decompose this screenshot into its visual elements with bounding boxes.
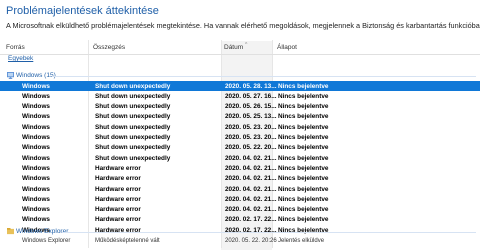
row-source: Windows xyxy=(22,185,50,193)
table-row[interactable]: Windows Shut down unexpectedly 2020. 05. 2… xyxy=(0,122,480,132)
column-header-row: Forrás Összegzés Dátum Állapot xyxy=(0,42,480,54)
table-row[interactable]: Windows Shut down unexpectedly 2020. 05. 2… xyxy=(0,112,480,122)
row-summary: Hardware error xyxy=(95,185,141,193)
sort-arrow-icon: ^ xyxy=(245,42,248,48)
row-status: Jelentés elküldve xyxy=(278,238,325,244)
table-row[interactable]: Windows Hardware error 2020. 04. 02. 21...… xyxy=(0,184,480,194)
row-date: 2020. 05. 22. 20:26 xyxy=(225,238,277,244)
row-source: Windows xyxy=(22,113,50,121)
row-summary: Hardware error xyxy=(95,216,141,224)
table-row[interactable]: Windows Explorer Működésképtelenné vált … xyxy=(0,238,480,248)
table-row[interactable]: Windows Shut down unexpectedly 2020. 05. 2… xyxy=(0,91,480,101)
row-date: 2020. 04. 02. 21... xyxy=(225,195,277,203)
table-row[interactable]: Windows Shut down unexpectedly 2020. 05. 2… xyxy=(0,81,480,92)
row-date: 2020. 04. 02. 21... xyxy=(225,175,277,183)
table-row[interactable]: Windows Hardware error 2020. 04. 02. 21...… xyxy=(0,163,480,173)
page-title: Problémajelentések áttekintése xyxy=(6,5,159,17)
row-status: Nincs bejelentve xyxy=(278,175,329,183)
row-date: 2020. 02. 17. 22... xyxy=(225,216,277,224)
group-divider xyxy=(62,232,476,233)
row-status: Nincs bejelentve xyxy=(278,134,329,141)
table-row[interactable]: Windows Shut down unexpectedly 2020. 05. 2… xyxy=(0,133,480,143)
row-date: 2020. 05. 28. 13... xyxy=(225,82,277,90)
group-label: Windows Explorer xyxy=(16,228,69,235)
page-subtitle: A Microsoftnak elküldhető problémajelent… xyxy=(6,21,480,30)
table-row[interactable]: Windows Shut down unexpectedly 2020. 05. 2… xyxy=(0,102,480,112)
group-label: Windows (15) xyxy=(16,72,56,79)
row-summary: Shut down unexpectedly xyxy=(95,134,171,141)
table-row[interactable]: Windows Hardware error 2020. 04. 02. 21...… xyxy=(0,174,480,184)
row-date: 2020. 04. 02. 21... xyxy=(225,164,277,172)
filter-link[interactable]: Egyebek xyxy=(8,55,33,62)
table-row[interactable]: Windows Hardware error 2020. 02. 17. 22...… xyxy=(0,215,480,225)
row-date: 2020. 04. 02. 21... xyxy=(225,185,277,193)
row-date: 2020. 05. 23. 20... xyxy=(225,134,277,141)
row-date: 2020. 05. 26. 15... xyxy=(225,103,277,111)
row-status: Nincs bejelentve xyxy=(278,216,329,224)
group-header-explorer[interactable]: Windows Explorer xyxy=(0,227,480,237)
row-summary: Shut down unexpectedly xyxy=(95,154,171,162)
column-header-summary[interactable]: Összegzés xyxy=(93,44,125,51)
column-header-status[interactable]: Állapot xyxy=(277,44,297,51)
row-status: Nincs bejelentve xyxy=(278,164,329,172)
group-header-windows[interactable]: Windows (15) xyxy=(0,71,480,81)
row-summary: Shut down unexpectedly xyxy=(95,123,171,131)
header-divider xyxy=(0,54,480,55)
row-source: Windows xyxy=(22,92,50,100)
row-status: Nincs bejelentve xyxy=(278,113,329,121)
row-summary: Shut down unexpectedly xyxy=(95,103,171,111)
windows-icon xyxy=(7,72,14,79)
row-source: Windows xyxy=(22,164,50,172)
row-source: Windows Explorer xyxy=(22,238,71,244)
row-date: 2020. 04. 02. 21... xyxy=(225,206,277,214)
row-summary: Működésképtelenné vált xyxy=(95,238,160,244)
row-summary: Hardware error xyxy=(95,195,141,203)
row-summary: Shut down unexpectedly xyxy=(95,92,171,100)
row-status: Nincs bejelentve xyxy=(278,92,329,100)
row-source: Windows xyxy=(22,123,50,131)
row-status: Nincs bejelentve xyxy=(278,154,329,162)
row-date: 2020. 05. 22. 20... xyxy=(225,144,277,152)
row-status: Nincs bejelentve xyxy=(278,144,329,152)
table-row[interactable]: Windows Hardware error 2020. 04. 02. 21...… xyxy=(0,205,480,215)
row-status: Nincs bejelentve xyxy=(278,206,329,214)
row-source: Windows xyxy=(22,206,50,214)
row-summary: Hardware error xyxy=(95,164,141,172)
row-status: Nincs bejelentve xyxy=(278,185,329,193)
row-source: Windows xyxy=(22,103,50,111)
row-source: Windows xyxy=(22,134,50,141)
table-row[interactable]: Windows Shut down unexpectedly 2020. 04. 0… xyxy=(0,153,480,163)
row-source: Windows xyxy=(22,154,50,162)
row-source: Windows xyxy=(22,175,50,183)
row-source: Windows xyxy=(22,82,50,90)
row-source: Windows xyxy=(22,144,50,152)
table-row[interactable]: Windows Shut down unexpectedly 2020. 05. 2… xyxy=(0,143,480,153)
row-summary: Hardware error xyxy=(95,206,141,214)
row-status: Nincs bejelentve xyxy=(278,82,329,90)
column-header-source[interactable]: Forrás xyxy=(6,44,25,51)
explorer-icon xyxy=(7,228,14,235)
row-date: 2020. 04. 02. 21... xyxy=(225,154,277,162)
row-date: 2020. 05. 23. 20... xyxy=(225,123,277,131)
column-header-date[interactable]: Dátum xyxy=(224,44,243,51)
group-divider xyxy=(52,76,476,77)
row-status: Nincs bejelentve xyxy=(278,195,329,203)
row-source: Windows xyxy=(22,216,50,224)
row-summary: Shut down unexpectedly xyxy=(95,82,171,90)
row-summary: Shut down unexpectedly xyxy=(95,113,171,121)
row-summary: Shut down unexpectedly xyxy=(95,144,171,152)
row-date: 2020. 05. 27. 16... xyxy=(225,92,277,100)
row-source: Windows xyxy=(22,195,50,203)
row-status: Nincs bejelentve xyxy=(278,103,329,111)
row-date: 2020. 05. 25. 13... xyxy=(225,113,277,121)
row-status: Nincs bejelentve xyxy=(278,123,329,131)
row-summary: Hardware error xyxy=(95,175,141,183)
table-row[interactable]: Windows Hardware error 2020. 04. 02. 21...… xyxy=(0,194,480,204)
